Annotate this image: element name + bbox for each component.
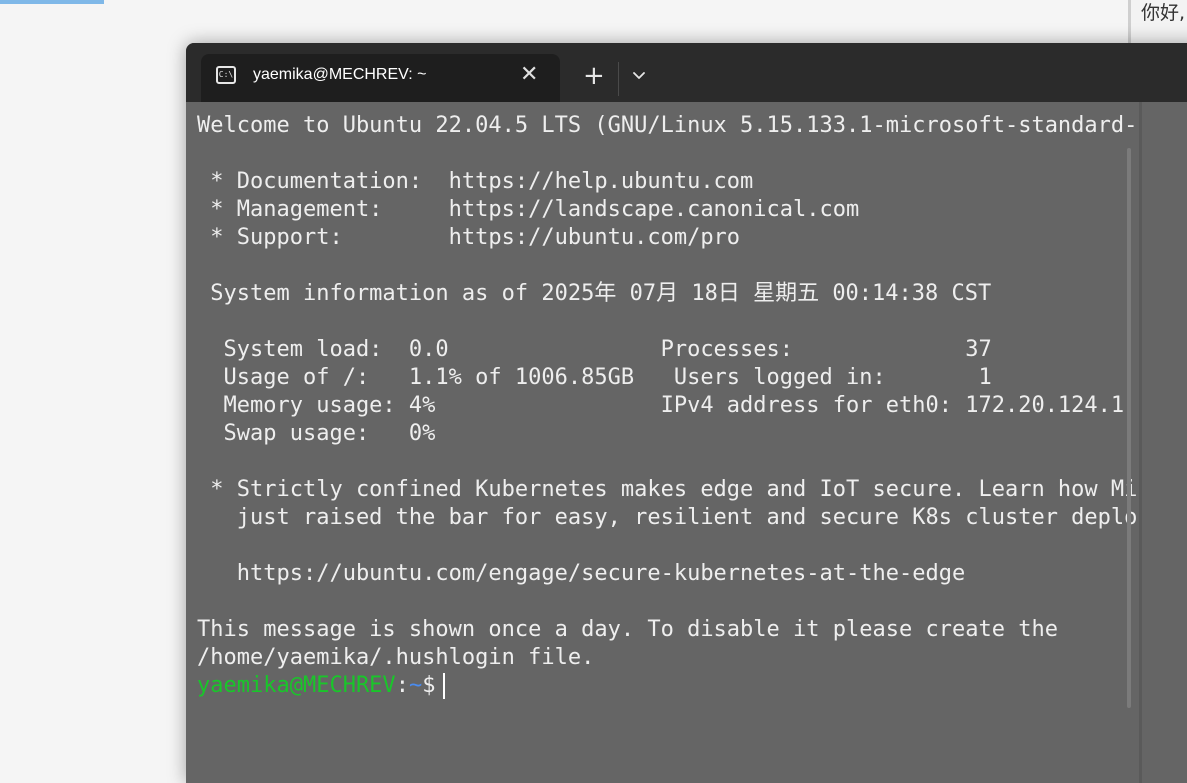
tab-terminal-session[interactable]: C:\ yaemika@MECHREV: ~ ✕ [201, 54, 560, 102]
close-icon[interactable]: ✕ [520, 64, 538, 86]
shell-prompt[interactable]: yaemika@MECHREV:~$ [197, 672, 446, 700]
terminal-line: System information as of 2025年 07月 18日 星… [197, 281, 992, 306]
terminal-line: Memory usage: 4% IPv4 address for eth0: … [197, 393, 1125, 418]
window-accent-bar [0, 0, 104, 4]
terminal-window: C:\ yaemika@MECHREV: ~ ✕ + Welcome to Ub… [186, 43, 1187, 783]
terminal-line: * Documentation: https://help.ubuntu.com [197, 169, 754, 194]
terminal-line: https://ubuntu.com/engage/secure-kuberne… [197, 561, 966, 586]
terminal-line: /home/yaemika/.hushlogin file. [197, 645, 595, 670]
terminal-line: Welcome to Ubuntu 22.04.5 LTS (GNU/Linux… [197, 113, 1138, 138]
tab-title: yaemika@MECHREV: ~ [253, 66, 427, 83]
terminal-line: * Support: https://ubuntu.com/pro [197, 225, 741, 250]
terminal-line: Usage of /: 1.1% of 1006.85GB Users logg… [197, 365, 992, 390]
titlebar-separator [618, 62, 619, 96]
terminal-line: * Strictly confined Kubernetes makes edg… [197, 477, 1138, 502]
terminal-pane-edge [1139, 102, 1142, 783]
terminal-icon: C:\ [216, 66, 236, 84]
terminal-line: System load: 0.0 Processes: 37 [197, 337, 992, 362]
terminal-line: * Management: https://landscape.canonica… [197, 197, 860, 222]
terminal-titlebar: C:\ yaemika@MECHREV: ~ ✕ + [186, 43, 1187, 102]
terminal-line: just raised the bar for easy, resilient … [197, 505, 1138, 530]
new-tab-button[interactable]: + [583, 63, 605, 89]
prompt-path: ~ [408, 673, 423, 698]
terminal-scrollbar[interactable] [1127, 148, 1131, 708]
background-greeting: 你好, [1141, 2, 1186, 24]
prompt-colon: : [395, 673, 409, 698]
prompt-symbol: $ [422, 673, 436, 698]
chevron-down-icon[interactable] [630, 67, 648, 85]
terminal-output[interactable]: Welcome to Ubuntu 22.04.5 LTS (GNU/Linux… [186, 102, 1187, 783]
terminal-line: Swap usage: 0% [197, 421, 436, 446]
terminal-line: This message is shown once a day. To dis… [197, 617, 1058, 642]
text-cursor [443, 673, 446, 699]
prompt-user-host: yaemika@MECHREV [197, 673, 396, 698]
